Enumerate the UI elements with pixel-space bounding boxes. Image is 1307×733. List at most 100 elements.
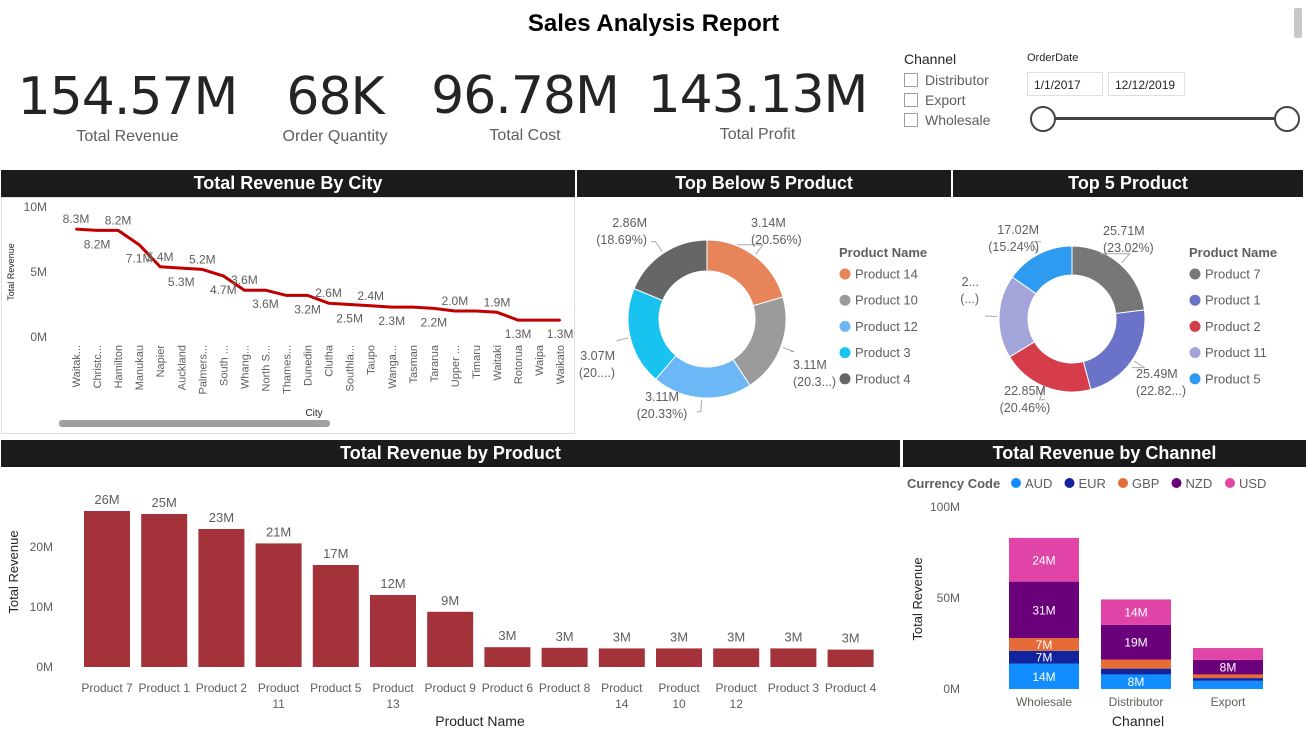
- data-point: [411, 306, 414, 309]
- channel-option-distributor[interactable]: Distributor: [904, 70, 1014, 90]
- bar: [141, 514, 188, 667]
- slice-value-label: 3.11M: [793, 358, 827, 372]
- data-label: 3M: [784, 629, 802, 644]
- x-tick-label: Wholesale: [1016, 695, 1072, 709]
- data-point: [559, 319, 562, 322]
- slice-percent-label: (18.69%): [596, 233, 647, 247]
- checkbox-icon[interactable]: [904, 73, 918, 87]
- legend-label: Product 1: [1205, 293, 1261, 308]
- data-label: 8.2M: [84, 237, 111, 251]
- stack-segment-eur: [1193, 678, 1263, 681]
- data-point: [117, 229, 120, 232]
- y-tick-label: 50M: [937, 591, 960, 605]
- data-point: [517, 319, 520, 322]
- x-tick-label: Clutha: [324, 344, 336, 377]
- slice-percent-label: (20....): [579, 366, 615, 380]
- y-tick-label: 20M: [30, 540, 53, 554]
- data-label: 2.2M: [421, 315, 448, 329]
- x-tick-label: Distributor: [1109, 695, 1164, 709]
- x-tick-label: North S...: [260, 345, 272, 391]
- slice-percent-label: (...): [960, 292, 979, 306]
- legend-label: GBP: [1132, 476, 1159, 491]
- x-tick-label: Product: [258, 681, 300, 695]
- kpi-order-quantity: 68K Order Quantity: [240, 68, 430, 146]
- city-line-chart: 0M5M10MTotal RevenueCity8.3M8.2M8.2M7.1M…: [6, 200, 573, 419]
- x-tick-label: Waitaki: [492, 345, 504, 381]
- data-point: [538, 319, 541, 322]
- segment-label: 31M: [1032, 603, 1055, 617]
- data-label: 12M: [380, 576, 405, 591]
- data-label: 3.6M: [231, 273, 258, 287]
- legend-label: USD: [1239, 476, 1266, 491]
- kpi-label: Total Revenue: [76, 128, 179, 145]
- slice-value-label: 25.49M: [1136, 367, 1178, 381]
- bar: [598, 648, 645, 667]
- stack-segment-gbp: [1101, 659, 1171, 669]
- legend-label: EUR: [1079, 476, 1106, 491]
- channel-slicer-title: Channel: [904, 51, 957, 67]
- data-point: [348, 303, 351, 306]
- x-tick-label: Product: [658, 681, 700, 695]
- channel-option-wholesale[interactable]: Wholesale: [904, 110, 1014, 130]
- kpi-total-cost: 96.78M Total Cost: [425, 67, 625, 145]
- legend-label: Product 3: [855, 345, 911, 360]
- data-point: [159, 265, 162, 268]
- x-tick-label: Waipa: [534, 344, 546, 376]
- x-tick-label: Southla...: [345, 345, 357, 391]
- city-chart-scrollbar[interactable]: [59, 420, 330, 427]
- x-tick-label: Hamilton: [113, 345, 125, 388]
- data-label: 3.2M: [294, 302, 321, 316]
- bar: [656, 648, 702, 667]
- legend-label: AUD: [1025, 476, 1052, 491]
- data-label: 21M: [266, 524, 291, 539]
- legend-marker: [1189, 320, 1201, 332]
- channel-option-export[interactable]: Export: [904, 90, 1014, 110]
- data-label: 1.3M: [505, 327, 532, 341]
- legend-label: NZD: [1186, 476, 1213, 491]
- date-end-input[interactable]: 12/12/2019: [1108, 72, 1185, 96]
- checkbox-icon[interactable]: [904, 113, 918, 127]
- legend-marker: [1064, 478, 1075, 488]
- segment-label: 24M: [1032, 553, 1055, 567]
- legend-marker: [1189, 347, 1201, 359]
- legend-title: Product Name: [1189, 245, 1277, 260]
- x-tick-label: Tararua: [429, 344, 441, 382]
- kpi-value: 96.78M: [431, 66, 620, 126]
- y-tick-label: 5M: [30, 265, 47, 279]
- data-point: [201, 268, 204, 271]
- date-slider-end-handle[interactable]: [1274, 106, 1300, 132]
- bar: [255, 543, 302, 667]
- slice-percent-label: (20.56%): [751, 233, 802, 247]
- checkbox-icon[interactable]: [904, 93, 918, 107]
- data-point: [327, 302, 330, 305]
- x-tick-label: 11: [272, 697, 285, 711]
- data-label: 2.0M: [442, 294, 469, 308]
- kpi-total-profit: 143.13M Total Profit: [645, 66, 870, 144]
- x-tick-label: Product 2: [196, 681, 248, 695]
- legend-label: Product 7: [1205, 267, 1261, 282]
- data-point: [75, 228, 77, 231]
- scrollbar-thumb[interactable]: [1294, 8, 1302, 38]
- stack-segment-eur: [1101, 668, 1171, 675]
- data-point: [285, 294, 288, 297]
- date-slider-start-handle[interactable]: [1030, 106, 1056, 132]
- data-point: [306, 294, 309, 297]
- data-label: 5.3M: [168, 275, 195, 289]
- segment-label: 19M: [1124, 636, 1147, 650]
- channel-slicer: Channel Distributor Export Wholesale: [904, 51, 1014, 130]
- x-axis-title: Product Name: [435, 713, 525, 729]
- legend-marker: [839, 373, 851, 385]
- date-slicer-title: OrderDate: [1027, 52, 1079, 64]
- date-start-input[interactable]: 1/1/2017: [1027, 72, 1103, 96]
- channel-stacked-chart: Currency Code AUD EUR GBP NZD USD 0M 50M 100M Tot…: [907, 476, 1266, 729]
- date-slider-track[interactable]: [1043, 117, 1287, 120]
- data-label: 3.6M: [252, 297, 279, 311]
- bar: [827, 649, 874, 667]
- data-label: 2.4M: [357, 289, 384, 303]
- data-point: [496, 311, 498, 314]
- top5-donut-chart: 25.71M (23.02%) 25.49M (22.82...) 22.85M (20.…: [960, 223, 1277, 415]
- segment-label: 14M: [1124, 606, 1147, 620]
- panel-title-below5: Top Below 5 Product: [577, 170, 951, 197]
- data-label: 3M: [842, 631, 860, 646]
- bar: [713, 648, 760, 667]
